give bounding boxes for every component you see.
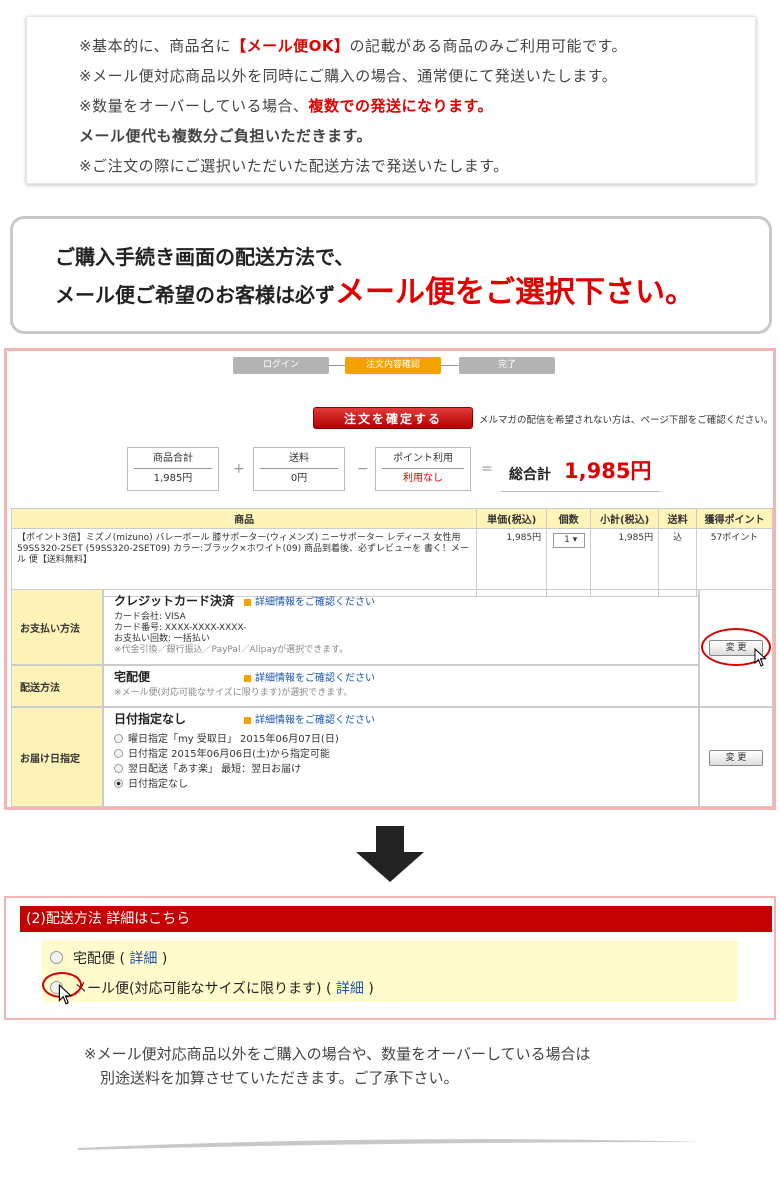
date-change-button[interactable]: 変 更 — [709, 750, 763, 766]
confirm-order-button[interactable]: 注文を確定する — [313, 407, 473, 429]
unit-price: 1,985円 — [476, 528, 548, 597]
summary-minus: − — [357, 461, 369, 477]
col-points: 獲得ポイント — [696, 508, 773, 529]
order-options: お支払い方法 クレジットカード決済 詳細情報をご確認ください カード会社: VIS… — [11, 589, 773, 807]
points: 57ポイント — [696, 528, 773, 597]
footnote-line-2: 別途送料を加算させていただきます。ご了承下さい。 — [100, 1069, 459, 1087]
summary-points: ポイント利用 利用なし — [375, 447, 471, 491]
shipping-method-panel: (2)配送方法 詳細はこちら 宅配便 ( 詳細 ) メール便(対応可能なサイズに… — [4, 896, 776, 1020]
total-label: 総合計 — [509, 467, 551, 483]
cursor-icon — [58, 984, 73, 1005]
payment-side: 変 更 — [699, 589, 773, 707]
radio-icon — [114, 734, 123, 743]
col-unit-price: 単価(税込) — [476, 508, 548, 529]
subtotal: 1,985円 — [590, 528, 660, 597]
date-option-4[interactable]: 日付指定なし — [114, 777, 688, 792]
summary-shipping: 送料 0円 — [253, 447, 345, 491]
date-label: お届け日指定 — [11, 707, 103, 807]
notice-line-4: メール便代も複数分ご負担いただきます。 — [79, 127, 373, 145]
notice-line-3: ※数量をオーバーしている場合、複数での発送になります。 — [79, 97, 493, 115]
total-value: 1,985円 — [564, 459, 652, 483]
info-icon — [244, 675, 251, 682]
summary-equals: = — [481, 461, 493, 477]
delivery-label: 配送方法 — [11, 665, 103, 707]
decorative-divider — [78, 1139, 702, 1150]
notice-line-5: ※ご注文の際にご選択いただいた配送方法で発送いたします。 — [79, 157, 509, 175]
step-complete: 完了 — [459, 357, 555, 374]
notice-box: ※基本的に、商品名に【メール便OK】の記載がある商品のみご利用可能です。 ※メー… — [26, 16, 756, 184]
table-row: 【ポイント3倍】ミズノ(mizuno) バレーボール 膝サポーター(ウィメンズ)… — [10, 528, 773, 597]
summary-subtotal: 商品合計 1,985円 — [127, 447, 219, 491]
delivery-detail-link[interactable]: 詳細情報をご確認ください — [255, 673, 375, 684]
callout-line-2: メール便ご希望のお客様は必ずメール便をご選択下さい。 — [55, 275, 695, 310]
notice-line-2: ※メール便対応商品以外を同時にご購入の場合、通常便にて発送いたします。 — [79, 67, 618, 85]
info-icon — [244, 599, 251, 606]
shipping: 込 — [658, 528, 698, 597]
takuhaibin-detail-link[interactable]: 詳細 — [129, 951, 157, 967]
footnote: ※メール便対応商品以外をご購入の場合や、数量をオーバーしている場合は 別途送料を… — [84, 1042, 591, 1090]
card-company: カード会社: VISA — [114, 612, 186, 622]
callout-line-1: ご購入手続き画面の配送方法で、 — [55, 245, 355, 269]
shipping-panel-header: (2)配送方法 詳細はこちら — [20, 906, 772, 932]
date-side: 変 更 — [699, 707, 773, 807]
delivery-method: 宅配便 — [114, 670, 151, 684]
radio-icon — [114, 764, 123, 773]
date-method: 日付指定なし — [114, 712, 187, 726]
col-shipping: 送料 — [658, 508, 698, 529]
date-body: 日付指定なし 詳細情報をご確認ください 曜日指定「my 受取日」 2015年06月… — [103, 707, 699, 807]
step-login: ログイン — [233, 357, 329, 374]
date-option-1[interactable]: 曜日指定「my 受取日」 2015年06月07日(日) — [114, 732, 688, 747]
mailmag-note: メルマガの配信を希望されない方は、ページ下部をご確認ください。 — [479, 415, 774, 426]
delivery-body: 宅配便 詳細情報をご確認ください ※メール便(対応可能なサイズに限ります)が選択で… — [103, 665, 699, 707]
step-confirm: 注文内容確認 — [345, 357, 441, 374]
summary-plus: + — [233, 461, 245, 477]
payment-method: クレジットカード決済 — [114, 594, 235, 608]
radio-icon — [114, 749, 123, 758]
down-arrow-icon — [356, 826, 424, 882]
quantity-select[interactable]: 1 ▾ — [552, 533, 585, 548]
date-detail-link[interactable]: 詳細情報をご確認ください — [255, 715, 375, 726]
payment-label: お支払い方法 — [11, 589, 103, 665]
delivery-note: ※メール便(対応可能なサイズに限ります)が選択できます。 — [114, 688, 353, 698]
mailbin-detail-link[interactable]: 詳細 — [336, 981, 364, 997]
checkout-screenshot: ログイン 注文内容確認 完了 注文を確定する メルマガの配信を希望されない方は、… — [4, 348, 776, 810]
col-subtotal: 小計(税込) — [590, 508, 660, 529]
order-items-table: 商品 単価(税込) 個数 小計(税込) 送料 獲得ポイント 【ポイント3倍】ミズ… — [10, 508, 773, 597]
card-number: カード番号: XXXX-XXXX-XXXX- — [114, 623, 247, 633]
radio-selected-icon — [114, 779, 123, 788]
footnote-line-1: ※メール便対応商品以外をご購入の場合や、数量をオーバーしている場合は — [84, 1045, 591, 1063]
payment-body: クレジットカード決済 詳細情報をご確認ください カード会社: VISA カード番号… — [103, 589, 699, 665]
radio-icon — [50, 951, 63, 964]
installments: お支払い回数: 一括払い — [114, 634, 210, 644]
info-icon — [244, 717, 251, 724]
cursor-icon — [754, 648, 767, 667]
col-product: 商品 — [10, 508, 478, 529]
shipping-options: 宅配便 ( 詳細 ) メール便(対応可能なサイズに限ります) ( 詳細 ) — [42, 940, 738, 1002]
shipping-option-takuhaibin[interactable]: 宅配便 ( 詳細 ) — [50, 944, 738, 974]
product-name: 【ポイント3倍】ミズノ(mizuno) バレーボール 膝サポーター(ウィメンズ)… — [10, 528, 478, 597]
table-header-row: 商品 単価(税込) 個数 小計(税込) 送料 獲得ポイント — [10, 508, 773, 529]
progress-steps: ログイン 注文内容確認 完了 — [233, 357, 559, 375]
col-quantity: 個数 — [546, 508, 592, 529]
shipping-option-mailbin[interactable]: メール便(対応可能なサイズに限ります) ( 詳細 ) — [50, 974, 738, 1004]
notice-line-1: ※基本的に、商品名に【メール便OK】の記載がある商品のみご利用可能です。 — [79, 37, 628, 55]
callout-box: ご購入手続き画面の配送方法で、 メール便ご希望のお客様は必ずメール便をご選択下さ… — [10, 216, 772, 334]
date-option-2[interactable]: 日付指定 2015年06月06日(土)から指定可能 — [114, 747, 688, 762]
payment-detail-link[interactable]: 詳細情報をご確認ください — [255, 597, 375, 608]
date-option-3[interactable]: 翌日配送「あす楽」 最短：翌日お届け — [114, 762, 688, 777]
payment-note: ※代金引換／銀行振込／PayPal／Alipayが選択できます。 — [114, 645, 349, 655]
